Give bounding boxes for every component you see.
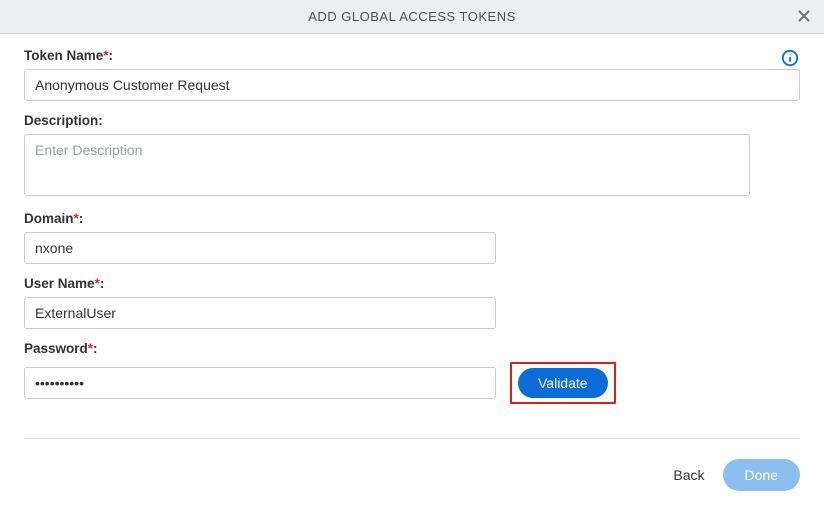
username-input[interactable] [24, 297, 496, 329]
domain-group: Domain*: [24, 211, 800, 264]
close-button[interactable] [792, 4, 816, 28]
description-label: Description: [24, 113, 800, 128]
info-button[interactable] [780, 48, 800, 68]
validate-highlight: Validate [510, 362, 616, 404]
dialog-title: ADD GLOBAL ACCESS TOKENS [308, 9, 516, 24]
close-icon [796, 8, 812, 24]
token-name-group: Token Name*: [24, 48, 800, 101]
back-button[interactable]: Back [673, 467, 704, 483]
password-row: Validate [24, 362, 800, 404]
required-asterisk: * [88, 341, 93, 356]
token-name-label: Token Name*: [24, 48, 800, 63]
password-label: Password*: [24, 341, 800, 356]
done-button[interactable]: Done [723, 459, 800, 491]
required-asterisk: * [103, 48, 108, 63]
required-asterisk: * [74, 211, 79, 226]
password-group: Password*: Validate [24, 341, 800, 404]
dialog-footer: Back Done [24, 438, 800, 491]
domain-label: Domain*: [24, 211, 800, 226]
username-label: User Name*: [24, 276, 800, 291]
description-group: Description: [24, 113, 800, 199]
validate-button[interactable]: Validate [518, 368, 608, 398]
required-asterisk: * [95, 276, 100, 291]
dialog-header: ADD GLOBAL ACCESS TOKENS [0, 0, 824, 34]
dialog-body: Token Name*: Description: Domain*: User … [0, 34, 824, 404]
domain-label-text: Domain [24, 211, 74, 226]
username-group: User Name*: [24, 276, 800, 329]
password-label-text: Password [24, 341, 88, 356]
password-input[interactable] [24, 367, 496, 399]
username-label-text: User Name [24, 276, 95, 291]
token-name-input[interactable] [24, 69, 800, 101]
info-icon [781, 49, 799, 67]
token-name-label-text: Token Name [24, 48, 103, 63]
description-input[interactable] [24, 134, 750, 196]
domain-input[interactable] [24, 232, 496, 264]
